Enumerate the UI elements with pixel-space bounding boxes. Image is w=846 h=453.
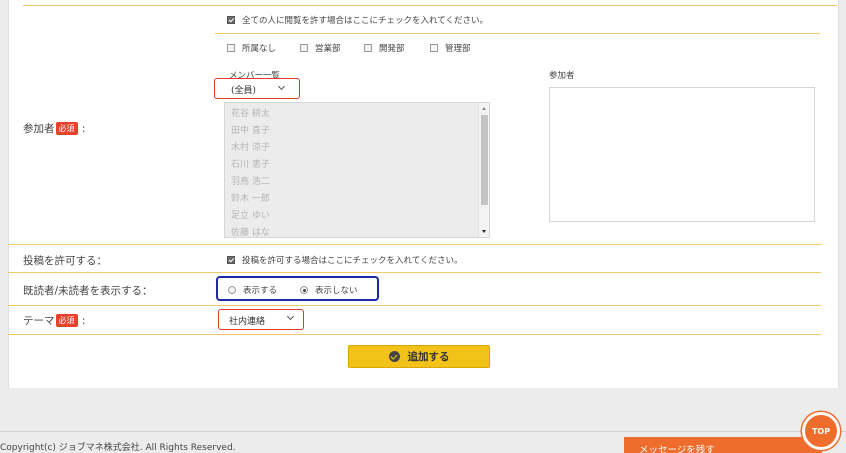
allow-posting-checkbox[interactable] [227,256,235,264]
attendees-label: 参加者 必須 : [23,122,86,135]
footer-divider [0,431,846,432]
department-option[interactable]: 管理部 [430,42,471,54]
check-circle-icon [388,351,400,362]
scroll-up-icon[interactable] [482,107,486,110]
list-item[interactable]: 田中 直子 [231,123,270,136]
scrollbar-thumb[interactable] [481,115,488,205]
department-checkbox[interactable] [300,44,308,52]
listbox-scrollbar[interactable] [478,103,489,237]
required-badge: 必須 [55,122,78,135]
scroll-down-icon[interactable] [482,230,486,233]
show-readers-option-show[interactable]: 表示する [228,284,277,296]
allow-posting-label: 投稿を許可する： [23,255,107,267]
member-filter-select[interactable]: (全員) [231,83,256,96]
required-badge: 必須 [55,314,78,327]
show-readers-option-hide[interactable]: 表示しない [300,284,358,296]
row-divider [8,272,821,273]
selected-attendees-listbox[interactable] [549,87,815,222]
list-item[interactable]: 石川 恵子 [231,157,270,170]
radio-show[interactable] [228,286,236,294]
row-divider [215,33,820,34]
radio-hide[interactable] [300,286,308,294]
show-readers-label: 既読者/未読者を表示する： [23,285,153,297]
department-option[interactable]: 営業部 [300,42,341,54]
department-checkbox[interactable] [227,44,235,52]
selected-attendees-heading: 参加者 [549,71,575,81]
row-divider [23,5,837,6]
back-to-top-button[interactable]: TOP [802,412,840,450]
row-divider [8,244,821,245]
allow-posting-option[interactable]: 投稿を許可する場合はここにチェックを入れてください。 [227,254,463,266]
public-access-option[interactable]: 全ての人に閲覧を許す場合はここにチェックを入れてください。 [227,14,488,26]
department-checkbox[interactable] [364,44,372,52]
leave-message-button[interactable]: メッセージを残す [624,437,822,453]
public-access-checkbox[interactable] [227,16,235,24]
copyright-text: Copyright(c) ジョブマネ株式会社. All Rights Reser… [0,443,236,453]
list-item[interactable]: 花谷 耕太 [231,106,270,119]
department-option[interactable]: 所属なし [227,42,276,54]
theme-label: テーマ 必須 : [23,314,86,327]
row-divider [8,305,821,306]
member-listbox[interactable]: 花谷 耕太 田中 直子 木村 涼子 石川 恵子 羽鳥 浩二 鈴木 一郎 足立 ゆ… [224,102,490,238]
department-option[interactable]: 開発部 [364,42,405,54]
department-checkbox[interactable] [430,44,438,52]
list-item[interactable]: 羽鳥 浩二 [231,174,270,187]
row-divider [8,334,821,335]
theme-select[interactable]: 社内連絡 [229,314,265,327]
add-button[interactable]: 追加する [348,345,490,368]
member-filter-highlight [214,78,300,99]
list-item[interactable]: 佐藤 はな [231,225,270,237]
list-item[interactable]: 鈴木 一郎 [231,191,270,204]
list-item[interactable]: 木村 涼子 [231,140,270,153]
list-item[interactable]: 足立 ゆい [231,208,270,221]
